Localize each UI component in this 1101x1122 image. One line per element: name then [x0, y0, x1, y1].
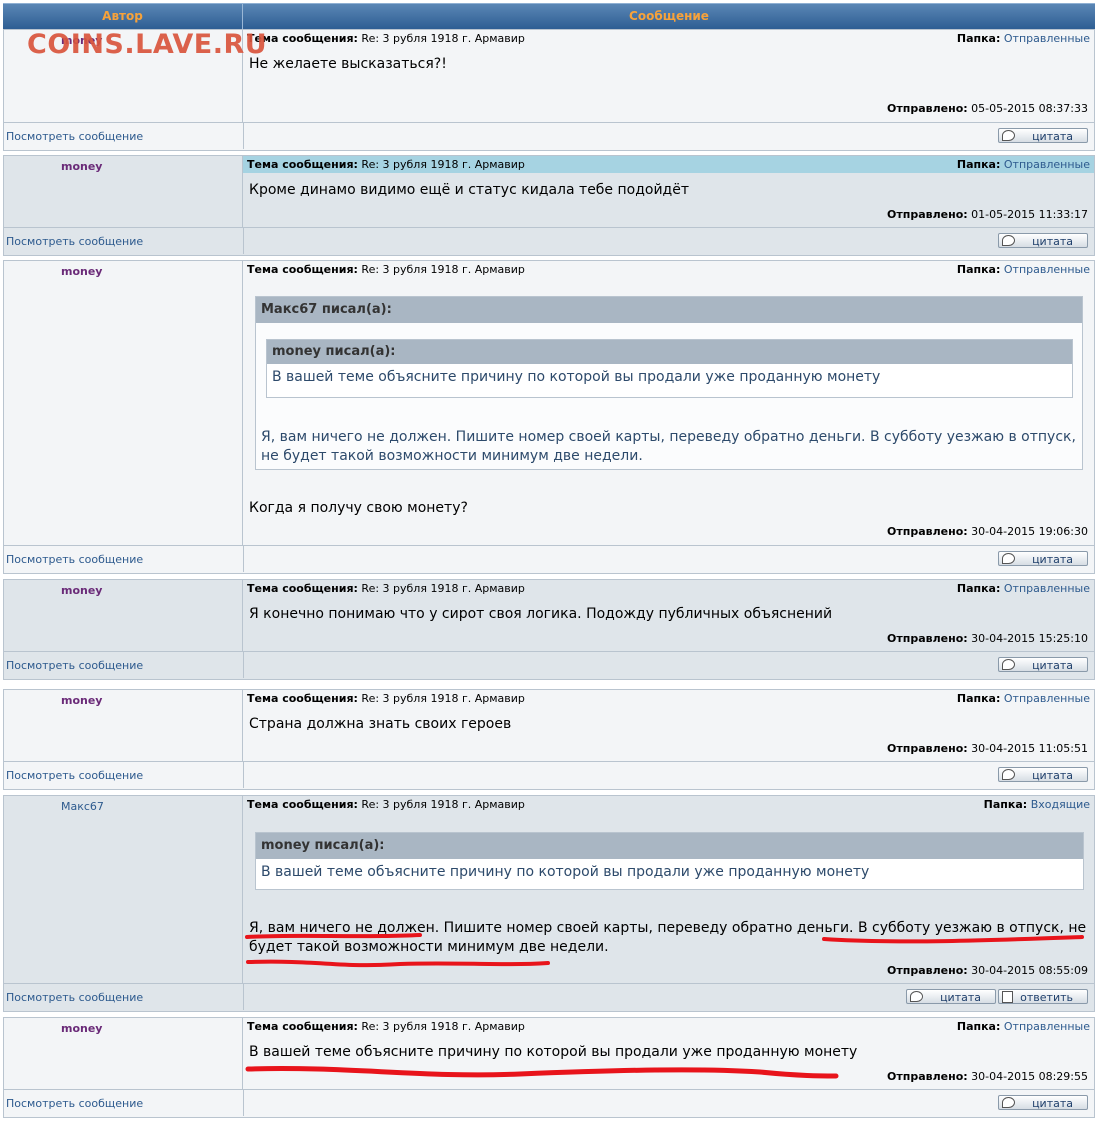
underline-stroke [822, 935, 1084, 944]
watermark: COINS.LAVE.RU [27, 29, 268, 60]
underline-stroke [245, 933, 422, 939]
annotation-underlines [245, 933, 1084, 1079]
underline-stroke [245, 1066, 839, 1079]
underline-stroke [246, 959, 550, 968]
